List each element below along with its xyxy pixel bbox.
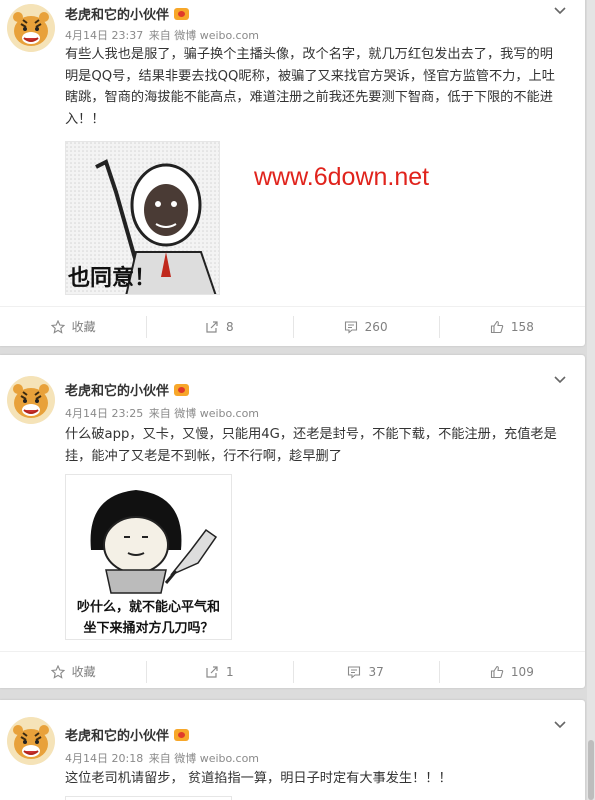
favorite-button[interactable]: 收藏 xyxy=(0,307,146,346)
post-image[interactable] xyxy=(65,796,232,800)
post-action-bar: 收藏 8 260 158 xyxy=(0,306,585,346)
star-icon xyxy=(50,664,65,679)
forward-icon xyxy=(206,665,218,678)
user-avatar[interactable] xyxy=(7,376,55,424)
post-time[interactable]: 4月14日 23:25 xyxy=(65,407,143,420)
thumbs-up-icon xyxy=(490,320,504,333)
user-name[interactable]: 老虎和它的小伙伴 xyxy=(65,4,190,23)
like-count: 109 xyxy=(510,664,534,679)
site-watermark: www.6down.net xyxy=(254,163,430,191)
comment-icon xyxy=(348,665,361,679)
weibo-post-2: 老虎和它的小伙伴 4月14日 23:25 来自 微博 weibo.com 什么破… xyxy=(0,355,585,688)
post-time[interactable]: 4月14日 20:18 xyxy=(65,752,143,765)
forward-icon xyxy=(206,320,218,333)
post-source[interactable]: 来自 微博 weibo.com xyxy=(149,407,259,420)
image-caption-line-1: 吵什么，就不能心平气和 xyxy=(76,600,220,615)
post-source[interactable]: 来自 微博 weibo.com xyxy=(149,29,259,42)
comment-icon xyxy=(344,320,357,334)
post-meta: 4月14日 23:25 来自 微博 weibo.com xyxy=(65,405,261,421)
comment-count: 260 xyxy=(364,319,388,334)
thumbs-up-icon xyxy=(490,665,504,678)
forward-count: 1 xyxy=(226,664,234,679)
page-scrollbar[interactable] xyxy=(587,0,595,800)
star-icon xyxy=(50,319,65,334)
comment-count: 37 xyxy=(368,664,384,679)
vip-crown-icon xyxy=(174,8,190,20)
tiger-avatar-icon xyxy=(7,4,55,52)
forward-button[interactable]: 1 xyxy=(146,652,292,691)
tiger-avatar-icon xyxy=(7,717,55,765)
image-caption: 也同意！ xyxy=(68,266,157,291)
vip-crown-icon xyxy=(174,729,190,741)
comment-button[interactable]: 260 xyxy=(292,307,439,346)
post-meta: 4月14日 23:37 来自 微博 weibo.com xyxy=(65,27,261,43)
chevron-down-icon[interactable] xyxy=(553,373,567,387)
like-count: 158 xyxy=(510,319,534,334)
comment-button[interactable]: 37 xyxy=(292,652,439,691)
post-meta: 4月14日 20:18 来自 微博 weibo.com xyxy=(65,750,261,766)
scrollbar-thumb[interactable] xyxy=(588,740,594,800)
favorite-label: 收藏 xyxy=(71,665,96,679)
forward-count: 8 xyxy=(226,319,234,334)
post-text: 这位老司机请留步， 贫道掐指一算，明日子时定有大事发生！！！ xyxy=(65,771,452,786)
user-name[interactable]: 老虎和它的小伙伴 xyxy=(65,725,190,744)
user-name[interactable]: 老虎和它的小伙伴 xyxy=(65,380,190,399)
post-text: 有些人我也是服了，骗子换个主播头像，改个名字，就几万红包发出去了，我写的明明是Q… xyxy=(65,47,555,127)
forward-button[interactable]: 8 xyxy=(146,307,292,346)
post-action-bar: 收藏 1 37 109 xyxy=(0,651,585,691)
chevron-down-icon[interactable] xyxy=(553,718,567,732)
post-text: 什么破app，又卡，又慢，只能用4G，还老是封号，不能下载，不能注册，充值老是挂… xyxy=(65,427,557,464)
favorite-label: 收藏 xyxy=(71,320,96,334)
weibo-post-3: 老虎和它的小伙伴 4月14日 20:18 来自 微博 weibo.com 这位老… xyxy=(0,700,585,800)
vip-crown-icon xyxy=(174,384,190,396)
user-avatar[interactable] xyxy=(7,717,55,765)
image-caption-line-2: 坐下来捅对方几刀吗？ xyxy=(83,621,214,636)
post-image[interactable]: 也同意！ xyxy=(65,141,220,295)
favorite-button[interactable]: 收藏 xyxy=(0,652,146,691)
post-source[interactable]: 来自 微博 weibo.com xyxy=(149,752,259,765)
post-time[interactable]: 4月14日 23:37 xyxy=(65,29,143,42)
tiger-avatar-icon xyxy=(7,376,55,424)
image-caption: 吵什么，就不能心平气和 坐下来捅对方几刀吗？ xyxy=(66,597,231,639)
post-image[interactable]: 吵什么，就不能心平气和 坐下来捅对方几刀吗？ xyxy=(65,474,232,640)
chevron-down-icon[interactable] xyxy=(553,4,567,18)
like-button[interactable]: 109 xyxy=(438,652,585,691)
like-button[interactable]: 158 xyxy=(438,307,585,346)
user-avatar[interactable] xyxy=(7,4,55,52)
